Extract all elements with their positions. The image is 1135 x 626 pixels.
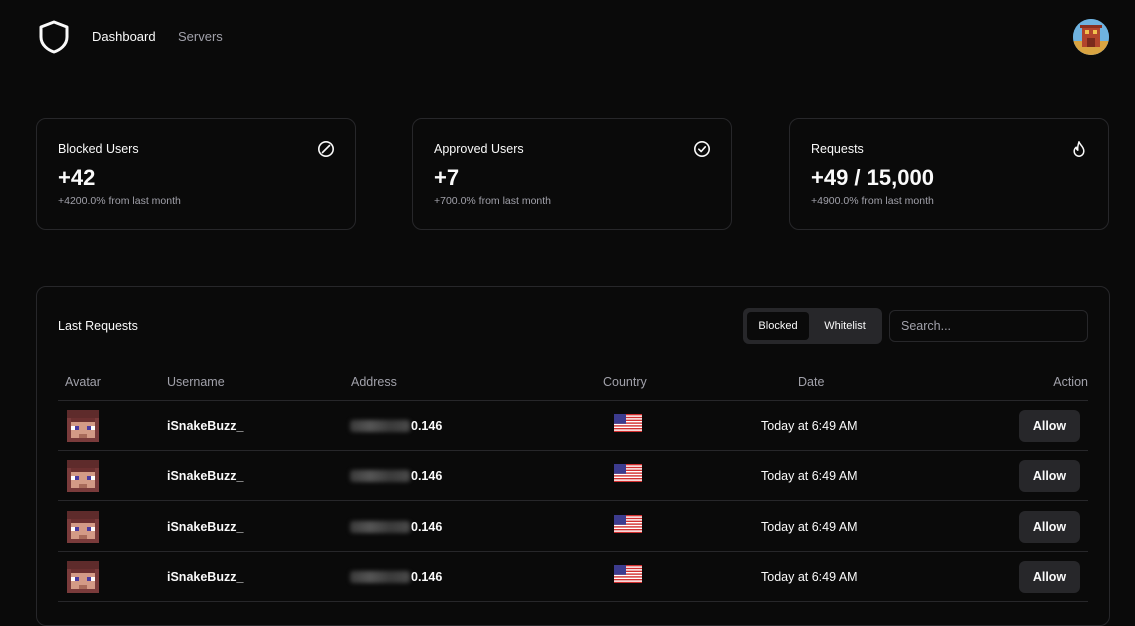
us-flag-icon (614, 464, 642, 483)
column-header-action[interactable]: Action (1053, 375, 1088, 389)
allow-button[interactable]: Allow (1019, 410, 1080, 442)
table-row[interactable]: iSnakeBuzz_ 0.146 Today at 6:49 AM Allow (58, 401, 1088, 451)
table-row[interactable]: iSnakeBuzz_ 0.146 Today at 6:49 AM Allow (58, 502, 1088, 552)
row-address: 0.146 (411, 569, 443, 584)
card-value: +42 (58, 165, 96, 190)
flame-icon (1073, 141, 1085, 157)
avatar-image (1073, 19, 1109, 55)
row-address: 0.146 (411, 519, 443, 534)
shield-logo-icon[interactable] (38, 20, 70, 54)
allow-button[interactable]: Allow (1019, 560, 1080, 593)
column-header-address[interactable]: Address (351, 375, 397, 389)
stat-card-approved-users: Approved Users +7 +700.0% from last mont… (412, 118, 732, 230)
circle-slash-icon (318, 141, 334, 157)
us-flag-icon (614, 514, 642, 533)
card-title: Requests (811, 142, 864, 156)
last-requests-panel: Last Requests Blocked Whitelist Avatar U… (36, 286, 1110, 626)
row-username: iSnakeBuzz_ (167, 569, 244, 584)
player-skin-avatar (67, 460, 99, 493)
top-navigation: Dashboard Servers (0, 0, 1135, 76)
row-date: Today at 6:49 AM (761, 469, 858, 484)
address-redacted (350, 470, 410, 483)
player-skin-avatar (67, 510, 99, 543)
user-avatar[interactable] (1073, 19, 1109, 55)
column-header-username[interactable]: Username (167, 375, 225, 389)
nav-dashboard[interactable]: Dashboard (92, 29, 156, 45)
search-input[interactable] (889, 310, 1088, 342)
stat-card-requests: Requests +49 / 15,000 +4900.0% from last… (789, 118, 1109, 230)
filter-toggle: Blocked Whitelist (743, 308, 882, 344)
row-date: Today at 6:49 AM (761, 419, 858, 433)
card-subtext: +4200.0% from last month (58, 195, 181, 207)
card-value: +7 (434, 165, 460, 190)
address-redacted (350, 570, 410, 583)
column-header-country[interactable]: Country (603, 375, 647, 389)
row-username: iSnakeBuzz_ (167, 519, 244, 534)
player-skin-avatar (67, 410, 99, 442)
nav-servers[interactable]: Servers (178, 29, 223, 45)
row-address: 0.146 (411, 469, 443, 484)
address-redacted (350, 420, 410, 432)
us-flag-icon (614, 564, 642, 583)
row-date: Today at 6:49 AM (761, 519, 858, 534)
address-redacted (350, 520, 410, 533)
toggle-whitelist[interactable]: Whitelist (813, 312, 877, 340)
card-title: Blocked Users (58, 142, 139, 156)
circle-check-icon (694, 141, 710, 157)
column-header-avatar[interactable]: Avatar (65, 375, 101, 389)
card-subtext: +700.0% from last month (434, 195, 552, 207)
row-address: 0.146 (411, 419, 443, 433)
card-value: +49 / 15,000 (811, 165, 934, 190)
row-username: iSnakeBuzz_ (167, 419, 244, 433)
card-subtext: +4900.0% from last month (811, 195, 934, 207)
us-flag-icon (614, 414, 642, 432)
toggle-blocked[interactable]: Blocked (747, 312, 809, 340)
table-row[interactable]: iSnakeBuzz_ 0.146 Today at 6:49 AM Allow (58, 552, 1088, 602)
card-title: Approved Users (434, 142, 524, 156)
column-header-date[interactable]: Date (798, 375, 824, 389)
player-skin-avatar (67, 560, 99, 593)
panel-title: Last Requests (58, 319, 138, 333)
table-row[interactable]: iSnakeBuzz_ 0.146 Today at 6:49 AM Allow (58, 451, 1088, 502)
row-username: iSnakeBuzz_ (167, 469, 244, 484)
row-date: Today at 6:49 AM (761, 569, 858, 584)
stat-card-blocked-users: Blocked Users +42 +4200.0% from last mon… (36, 118, 356, 230)
allow-button[interactable]: Allow (1019, 510, 1080, 543)
allow-button[interactable]: Allow (1019, 460, 1080, 493)
